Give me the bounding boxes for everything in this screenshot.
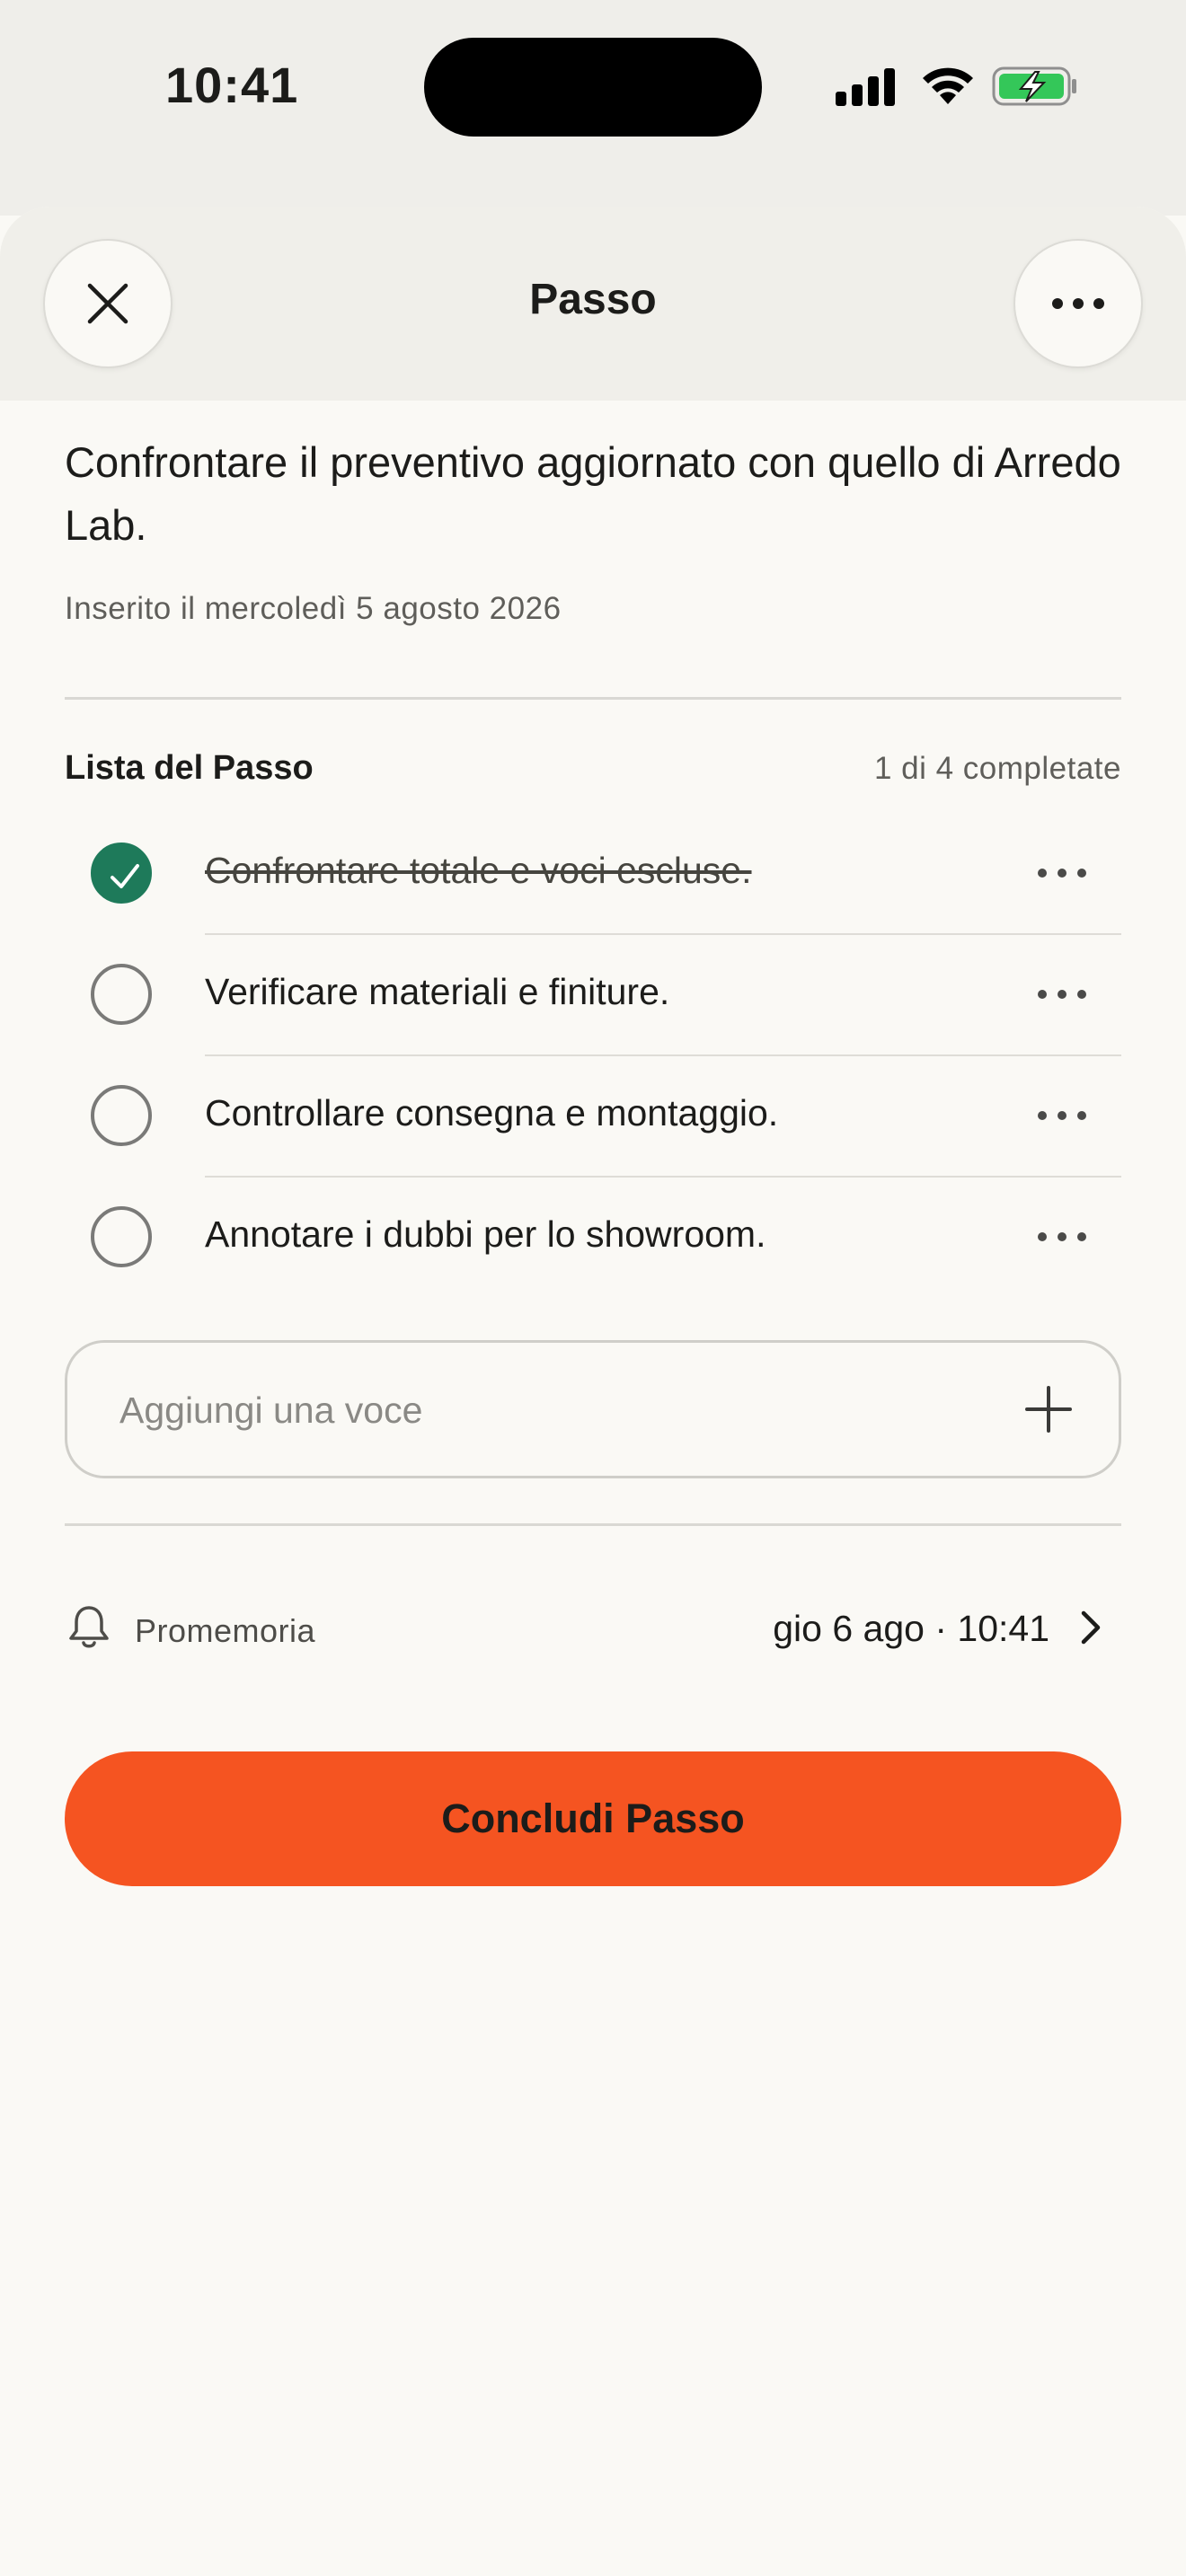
reminder-label: Promemoria	[135, 1612, 316, 1649]
item-more-icon[interactable]	[1037, 1228, 1087, 1246]
reminder-value[interactable]: gio 6 ago · 10:41	[773, 1608, 1049, 1650]
step-description: Confrontare il preventivo aggiornato con…	[65, 438, 1121, 549]
wifi-icon	[923, 67, 973, 104]
divider	[65, 697, 1121, 700]
add-item-field[interactable]	[65, 1340, 1121, 1478]
checklist-item-label[interactable]: Controllare consegna e montaggio.	[205, 1092, 778, 1134]
bell-icon	[69, 1606, 109, 1648]
checklist-title: Lista del Passo	[65, 749, 314, 787]
checkmark-icon	[111, 864, 139, 888]
more-icon	[1052, 298, 1104, 309]
plus-icon[interactable]	[1023, 1384, 1074, 1434]
step-created-date: Inserito il mercoledì 5 agosto 2026	[65, 591, 562, 626]
checklist-item: Confrontare totale e voci escluse.	[0, 814, 1186, 935]
checklist-item-label[interactable]: Verificare materiali e finiture.	[205, 971, 669, 1013]
checklist-item: Annotare i dubbi per lo showroom.	[0, 1178, 1186, 1299]
item-more-icon[interactable]	[1037, 985, 1087, 1003]
dynamic-island	[424, 38, 762, 137]
status-bar: 10:41	[0, 0, 1186, 216]
checkbox-unchecked[interactable]	[91, 964, 152, 1025]
checklist-item-label[interactable]: Confrontare totale e voci escluse.	[205, 850, 752, 892]
item-more-icon[interactable]	[1037, 1107, 1087, 1125]
status-time: 10:41	[165, 57, 299, 113]
signal-icon	[836, 68, 895, 106]
item-more-icon[interactable]	[1037, 864, 1087, 882]
chevron-right-icon[interactable]	[1076, 1608, 1105, 1647]
checklist-item-label[interactable]: Annotare i dubbi per lo showroom.	[205, 1213, 766, 1256]
complete-step-button[interactable]: Concludi Passo	[65, 1751, 1121, 1886]
divider	[65, 1523, 1121, 1526]
checkbox-unchecked[interactable]	[91, 1085, 152, 1146]
battery-icon	[992, 66, 1076, 106]
more-options-button[interactable]	[1013, 239, 1143, 368]
checklist-progress: 1 di 4 completate	[873, 751, 1121, 786]
checkbox-unchecked[interactable]	[91, 1206, 152, 1267]
add-item-input[interactable]	[118, 1343, 930, 1478]
page-title: Passo	[529, 276, 657, 323]
checklist-item: Verificare materiali e finiture.	[0, 935, 1186, 1056]
checklist-item: Controllare consegna e montaggio.	[0, 1056, 1186, 1178]
checkbox-checked[interactable]	[91, 842, 152, 904]
